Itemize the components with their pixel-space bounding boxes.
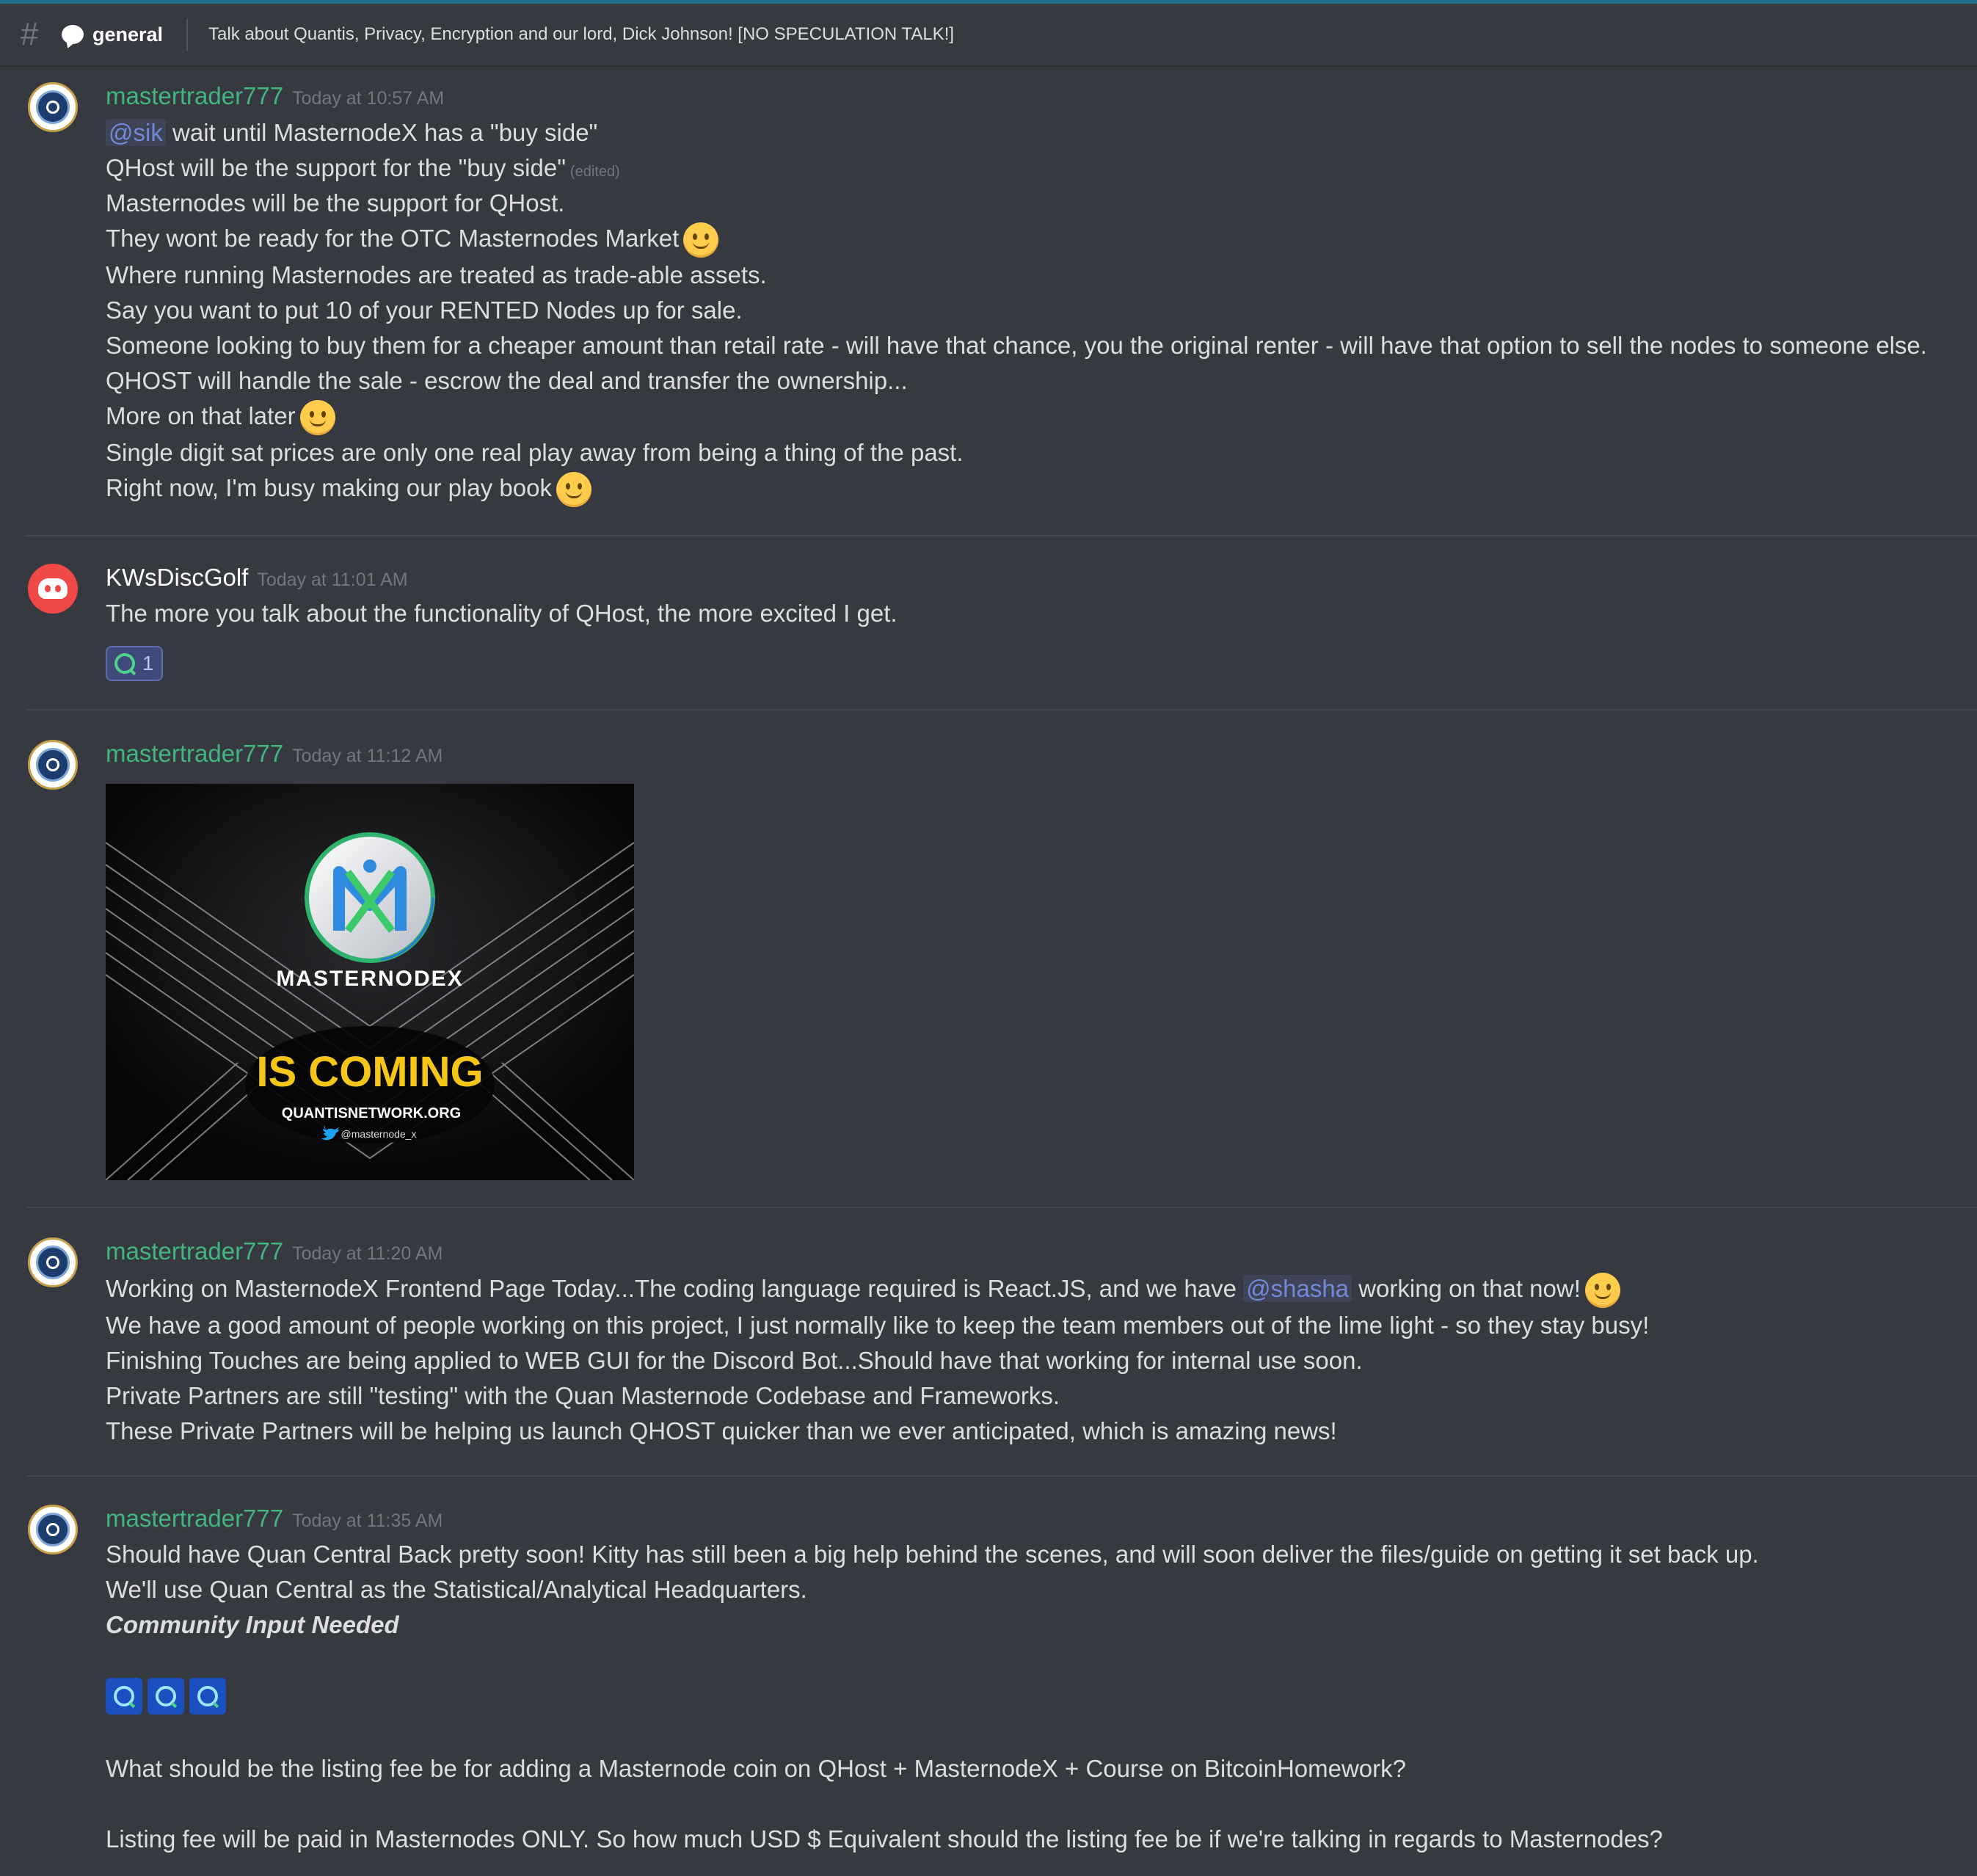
header-divider: [186, 18, 189, 51]
message-divider: [26, 535, 1977, 537]
message-divider: [26, 1207, 1977, 1208]
smiley-emoji-icon: [299, 400, 335, 436]
smiley-emoji-icon: [1584, 1273, 1620, 1309]
username[interactable]: mastertrader777: [106, 82, 283, 110]
message-line: We'll use Quan Central as the Statistica…: [106, 1576, 807, 1603]
message-header: mastertrader777 Today at 11:35 AM: [106, 1505, 443, 1533]
brand-text: MASTERNODEX: [276, 967, 463, 991]
message-header: KWsDiscGolf Today at 11:01 AM: [106, 564, 408, 592]
message-line: Community Input Needed: [106, 1611, 399, 1638]
quan-emoji-icon: [189, 1678, 226, 1715]
smiley-emoji-icon: [683, 222, 719, 258]
message-line: We have a good amount of people working …: [106, 1312, 1650, 1339]
site-text: QUANTISNETWORK.ORG: [282, 1105, 461, 1121]
message-text: More on that later: [106, 402, 296, 429]
reaction-count: 1: [142, 652, 154, 675]
username[interactable]: mastertrader777: [106, 740, 283, 768]
username[interactable]: mastertrader777: [106, 1505, 283, 1533]
message-divider: [26, 709, 1977, 710]
message-header: mastertrader777 Today at 10:57 AM: [106, 82, 444, 110]
avatar[interactable]: [28, 564, 78, 614]
message-line: Right now, I'm busy making our play book: [106, 472, 591, 508]
message-line: Finishing Touches are being applied to W…: [106, 1347, 1363, 1374]
smiley-emoji-icon: [556, 472, 591, 508]
avatar[interactable]: [28, 1505, 78, 1555]
masternodex-promo-image: MASTERNODEX IS COMING QUANTISNETWORK.ORG…: [106, 784, 634, 1180]
speech-bubble-icon: [62, 25, 84, 44]
timestamp[interactable]: Today at 11:12 AM: [292, 746, 443, 767]
avatar[interactable]: [28, 740, 78, 790]
message-line: QHost will be the support for the "buy s…: [106, 152, 620, 184]
message-text: working on that now!: [1358, 1275, 1581, 1302]
message-line: What should be the listing fee be for ad…: [106, 1755, 1406, 1782]
timestamp[interactable]: Today at 11:01 AM: [257, 570, 407, 591]
message-line: Should have Quan Central Back pretty soo…: [106, 1541, 1759, 1568]
message-line: Listing fee will be paid in Masternodes …: [106, 1825, 1663, 1853]
message-text: wait until MasternodeX has a "buy side": [172, 119, 598, 146]
message-text: They wont be ready for the OTC Masternod…: [106, 225, 680, 252]
headline-text: IS COMING: [256, 1048, 483, 1096]
discord-logo-icon: [38, 578, 68, 599]
message-line: Masternodes will be the support for QHos…: [106, 189, 565, 217]
message-divider: [26, 1475, 1977, 1477]
message-line: Private Partners are still "testing" wit…: [106, 1382, 1060, 1409]
message-line: QHOST will handle the sale - escrow the …: [106, 367, 908, 394]
message-line: These Private Partners will be helping u…: [106, 1417, 1337, 1444]
message-line: Working on MasternodeX Frontend Page Tod…: [106, 1273, 1620, 1309]
message-header: mastertrader777 Today at 11:12 AM: [106, 740, 443, 768]
message-header: mastertrader777 Today at 11:20 AM: [106, 1237, 443, 1265]
image-attachment[interactable]: MASTERNODEX IS COMING QUANTISNETWORK.ORG…: [106, 784, 634, 1180]
edited-label: (edited): [569, 164, 620, 180]
message-text: Working on MasternodeX Frontend Page Tod…: [106, 1275, 1237, 1302]
timestamp[interactable]: Today at 11:35 AM: [292, 1510, 443, 1532]
message-line: Single digit sat prices are only one rea…: [106, 439, 964, 466]
message-line: More on that later: [106, 400, 335, 436]
timestamp[interactable]: Today at 10:57 AM: [292, 88, 444, 109]
message-text: Right now, I'm busy making our play book: [106, 474, 552, 501]
message-line: Someone looking to buy them for a cheape…: [106, 332, 1927, 359]
timestamp[interactable]: Today at 11:20 AM: [292, 1243, 443, 1265]
avatar[interactable]: [28, 82, 78, 132]
message-line: They wont be ready for the OTC Masternod…: [106, 222, 719, 258]
handle-text: @masternode_x: [341, 1128, 417, 1140]
avatar[interactable]: [28, 1237, 78, 1287]
user-mention[interactable]: @shasha: [1243, 1275, 1352, 1302]
reaction-button[interactable]: 1: [106, 646, 163, 681]
message-line: Where running Masternodes are treated as…: [106, 261, 767, 288]
username[interactable]: KWsDiscGolf: [106, 564, 248, 592]
message-line: Say you want to put 10 of your RENTED No…: [106, 297, 743, 324]
username[interactable]: mastertrader777: [106, 1237, 283, 1265]
quan-emoji-icon: [114, 653, 135, 674]
channel-name[interactable]: general: [92, 23, 163, 46]
quan-emoji-icon: [148, 1678, 184, 1715]
channel-hash-icon: #: [21, 16, 39, 52]
message-text: QHost will be the support for the "buy s…: [106, 154, 566, 181]
quan-emoji-icon: [106, 1678, 142, 1715]
message-line: The more you talk about the functionalit…: [106, 600, 898, 627]
channel-topic[interactable]: Talk about Quantis, Privacy, Encryption …: [208, 24, 954, 45]
channel-header: # general Talk about Quantis, Privacy, E…: [0, 4, 1977, 67]
message-line: @sik wait until MasternodeX has a "buy s…: [106, 117, 597, 149]
user-mention[interactable]: @sik: [106, 119, 166, 146]
